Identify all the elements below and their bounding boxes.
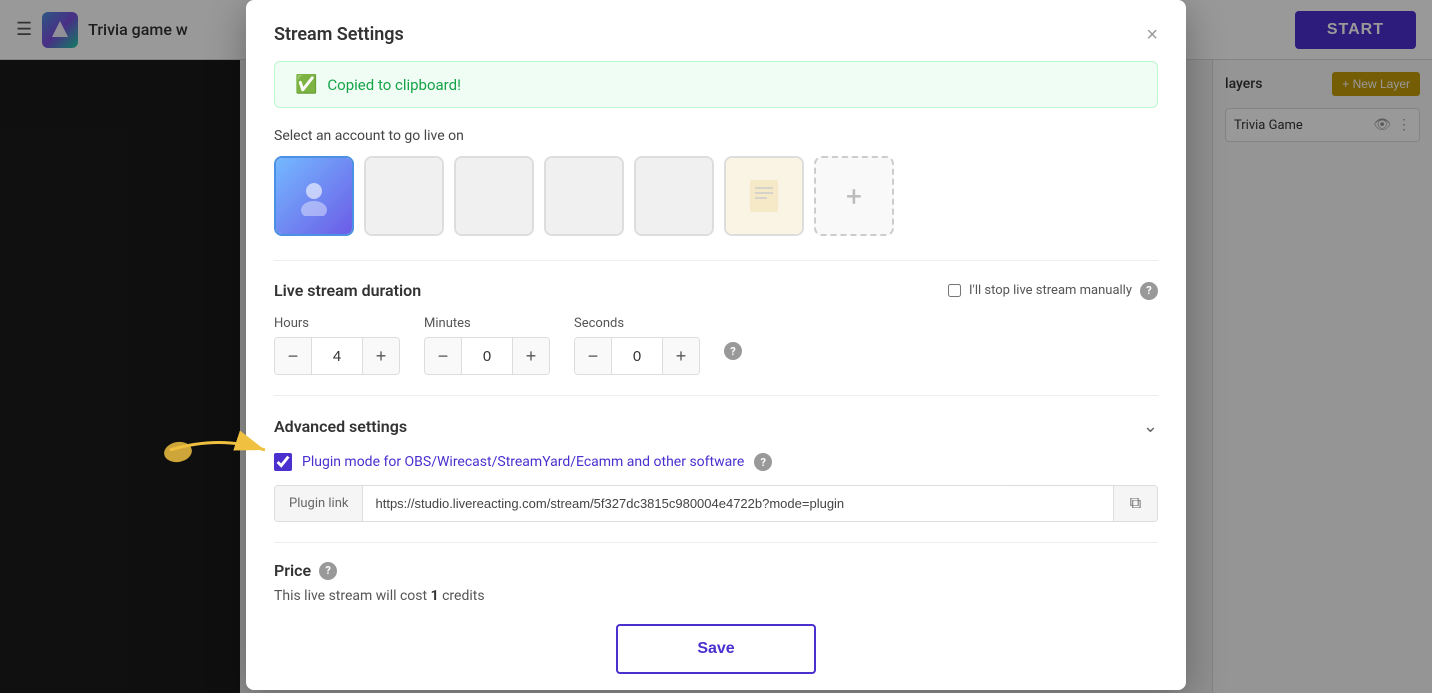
hours-decrement-button[interactable]: − [275, 338, 311, 374]
copy-icon: ⧉ [1130, 495, 1141, 513]
account-avatar-2 [366, 158, 442, 234]
price-title: Price [274, 561, 311, 580]
plugin-link-input[interactable] [363, 486, 1113, 521]
minutes-stepper: − + [424, 337, 550, 375]
hours-increment-button[interactable]: + [363, 338, 399, 374]
plugin-mode-row: Plugin mode for OBS/Wirecast/StreamYard/… [274, 453, 1158, 471]
hours-stepper: − + [274, 337, 400, 375]
account-item-2[interactable] [364, 156, 444, 236]
duration-section: Live stream duration I'll stop live stre… [274, 281, 1158, 375]
duration-title: Live stream duration [274, 281, 421, 300]
plus-icon: + [846, 180, 862, 213]
toast-text: Copied to clipboard! [327, 76, 461, 94]
advanced-header[interactable]: Advanced settings ⌄ [274, 416, 1158, 437]
account-item-6[interactable] [724, 156, 804, 236]
save-button-row: Save [274, 624, 1158, 674]
manual-stop-checkbox[interactable] [948, 284, 961, 297]
seconds-decrement-button[interactable]: − [575, 338, 611, 374]
seconds-field: Seconds − + [574, 316, 700, 375]
hours-field: Hours − + [274, 316, 400, 375]
advanced-title: Advanced settings [274, 417, 407, 436]
price-text: This live stream will cost 1 credits [274, 588, 1158, 604]
account-section-label: Select an account to go live on [274, 128, 1158, 144]
manual-stop-row: I'll stop live stream manually ? [948, 282, 1158, 300]
account-list: + [274, 156, 1158, 236]
hours-label: Hours [274, 316, 400, 331]
save-button[interactable]: Save [616, 624, 816, 674]
plugin-mode-checkbox[interactable] [274, 453, 292, 471]
account-item-3[interactable] [454, 156, 534, 236]
divider-1 [274, 260, 1158, 261]
duration-header: Live stream duration I'll stop live stre… [274, 281, 1158, 300]
plugin-link-row: Plugin link ⧉ Copy to clipboard [274, 485, 1158, 522]
stream-settings-modal: Stream Settings × ✅ Copied to clipboard!… [246, 0, 1186, 690]
advanced-section: Advanced settings ⌄ Plugin mode for OBS/… [274, 395, 1158, 522]
toast-success: ✅ Copied to clipboard! [274, 61, 1158, 108]
price-section: Price ? This live stream will cost 1 cre… [274, 542, 1158, 604]
minutes-field: Minutes − + [424, 316, 550, 375]
hours-input[interactable] [311, 338, 363, 374]
plugin-mode-label: Plugin mode for OBS/Wirecast/StreamYard/… [302, 454, 744, 470]
account-avatar-5 [636, 158, 712, 234]
account-item-1[interactable] [274, 156, 354, 236]
account-avatar-1 [276, 158, 352, 234]
modal-title: Stream Settings [274, 24, 404, 45]
plugin-help-icon[interactable]: ? [754, 453, 772, 471]
modal-header: Stream Settings × [274, 24, 1158, 45]
price-header: Price ? [274, 561, 1158, 580]
seconds-label: Seconds [574, 316, 700, 331]
checkmark-icon: ✅ [295, 74, 317, 95]
manual-stop-help-icon[interactable]: ? [1140, 282, 1158, 300]
modal-overlay: Stream Settings × ✅ Copied to clipboard!… [0, 0, 1432, 693]
account-item-4[interactable] [544, 156, 624, 236]
price-help-icon[interactable]: ? [319, 562, 337, 580]
modal-close-button[interactable]: × [1146, 25, 1158, 45]
chevron-down-icon: ⌄ [1143, 416, 1158, 437]
account-avatar-4 [546, 158, 622, 234]
account-item-5[interactable] [634, 156, 714, 236]
duration-inputs: Hours − + Minutes − + [274, 316, 1158, 375]
duration-help-icon[interactable]: ? [724, 342, 742, 360]
minutes-input[interactable] [461, 338, 513, 374]
seconds-input[interactable] [611, 338, 663, 374]
seconds-increment-button[interactable]: + [663, 338, 699, 374]
account-add-button[interactable]: + [814, 156, 894, 236]
price-credits: 1 [431, 588, 439, 604]
seconds-stepper: − + [574, 337, 700, 375]
minutes-label: Minutes [424, 316, 550, 331]
minutes-decrement-button[interactable]: − [425, 338, 461, 374]
account-avatar-3 [456, 158, 532, 234]
price-credits-suffix: credits [439, 588, 485, 604]
manual-stop-label: I'll stop live stream manually [969, 283, 1132, 298]
copy-to-clipboard-button[interactable]: ⧉ [1113, 486, 1157, 521]
plugin-link-label: Plugin link [275, 486, 363, 521]
price-text-prefix: This live stream will cost [274, 588, 431, 604]
minutes-increment-button[interactable]: + [513, 338, 549, 374]
account-avatar-6 [726, 158, 802, 234]
